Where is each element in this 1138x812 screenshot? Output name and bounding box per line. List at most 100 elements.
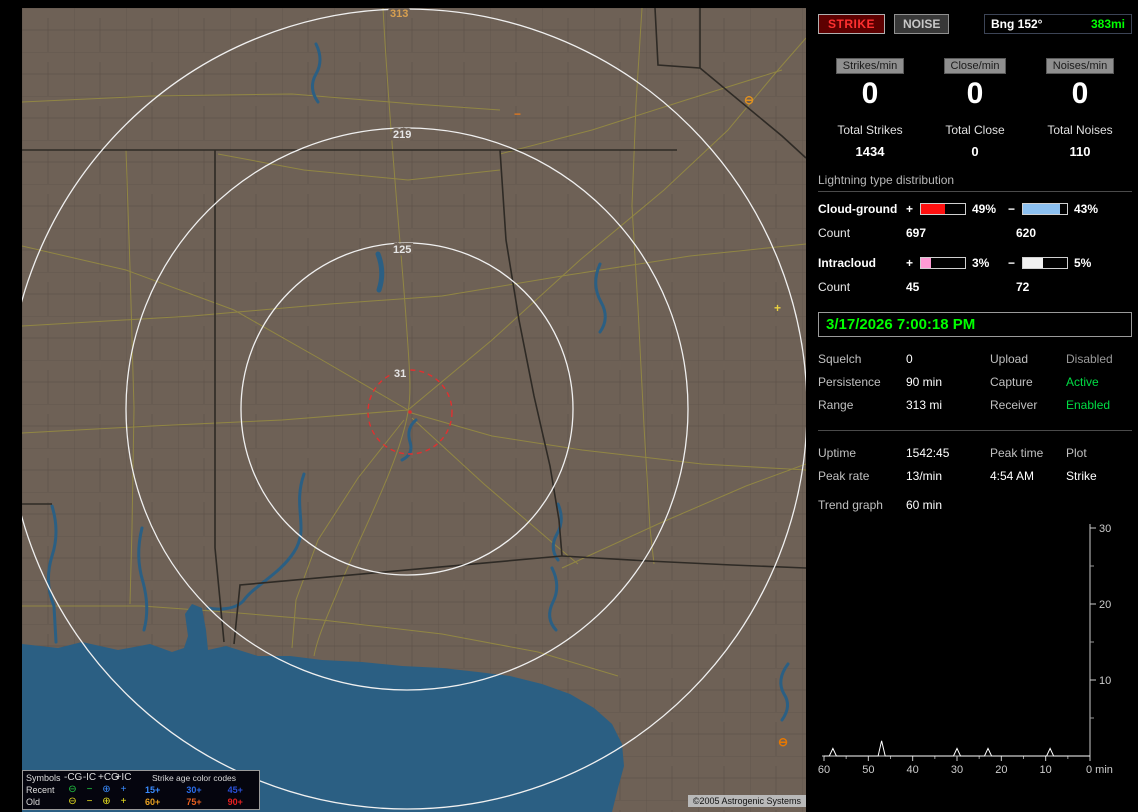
persistence-label: Persistence [818,375,881,389]
svg-text:60: 60 [818,764,830,776]
map-canvas: 313 219 125 31 ⊖ − + ⊖ [22,8,806,812]
squelch-value: 0 [906,352,913,366]
receiver-location-dot [408,410,412,414]
ic-positive-bar [920,257,966,269]
cloud-ground-label: Cloud-ground [818,202,898,216]
peak-time-label: Peak time [990,446,1044,460]
total-strikes-label: Total Strikes [837,123,903,137]
svg-text:10: 10 [1040,764,1052,776]
neg-ic-old-icon: − [86,796,93,807]
mode-toolbar: STRIKE NOISE Bng 152° 383mi [818,14,1132,34]
strikes-per-min-counter: Strikes/min 0 Total Strikes 1434 [820,58,920,159]
legend-col-neg-ic: -IC [82,772,97,783]
session-stats: Uptime 1542:45 Peak time Plot Peak rate … [818,446,1132,483]
strikes-per-min-value: 0 [861,77,879,110]
status-panel: STRIKE NOISE Bng 152° 383mi Strikes/min … [812,0,1138,812]
noise-button[interactable]: NOISE [894,14,950,34]
age-45: 45+ [227,785,243,795]
trend-graph-window: 60 min [906,498,943,512]
receiver-label: Receiver [990,398,1038,412]
svg-text:30: 30 [951,764,963,776]
legend-col-neg-cg: -CG [64,772,83,783]
capture-value: Active [1066,375,1099,389]
strike-marker: + [774,301,781,315]
age-75: 75+ [186,797,202,807]
plus-sign: + [906,256,914,270]
cg-positive-pct: 49% [972,202,997,216]
total-noises-label: Total Noises [1047,123,1113,137]
neg-cg-recent-icon: ⊖ [68,784,77,795]
cloud-ground-row: Cloud-ground + 49% − 43% [818,202,1132,216]
ic-negative-pct: 5% [1074,256,1092,270]
peak-time-value: 4:54 AM [990,469,1035,483]
capture-label: Capture [990,375,1033,389]
svg-text:10: 10 [1099,675,1111,687]
squelch-label: Squelch [818,352,862,366]
ring-label-219: 219 [393,129,411,141]
ic-negative-count: 72 [1016,280,1030,294]
age-30: 30+ [186,785,202,795]
receiver-value: Enabled [1066,398,1111,412]
range-value: 313 mi [906,398,943,412]
total-close-value: 0 [971,144,979,159]
legend-recent-row: Recent ⊖ − ⊕ + 15+ 30+ 45+ [26,784,256,796]
svg-text:0 min: 0 min [1086,764,1113,776]
strike-button[interactable]: STRIKE [818,14,886,34]
uptime-value: 1542:45 [906,446,950,460]
cg-positive-bar [920,203,966,215]
strikes-per-min-label: Strikes/min [835,58,905,74]
cloud-ground-count-row: Count 697 620 [818,226,1132,240]
svg-text:50: 50 [862,764,874,776]
plus-sign: + [906,202,914,216]
receiver-settings: Squelch 0 Upload Disabled Persistence 90… [818,352,1132,412]
minus-sign: − [1008,202,1016,216]
bearing-distance: 383mi [1090,17,1125,31]
noises-per-min-counter: Noises/min 0 Total Noises 110 [1030,58,1130,159]
legend-header-row: Symbols -CG -IC +CG +IC Strike age color… [26,772,256,784]
rate-counters: Strikes/min 0 Total Strikes 1434 Close/m… [820,58,1130,159]
copyright-label: ©2005 Astrogenic Systems [687,795,806,807]
cg-negative-bar [1022,203,1068,215]
trend-graph-label: Trend graph [818,498,883,512]
legend-symbols-header: Symbols [26,773,61,783]
legend-col-pos-ic: +IC [115,772,132,783]
map-legend: Symbols -CG -IC +CG +IC Strike age color… [22,770,260,810]
svg-text:30: 30 [1099,523,1111,535]
ring-label-313: 313 [390,8,408,20]
noises-per-min-value: 0 [1071,77,1089,110]
peak-rate-label: Peak rate [818,469,870,483]
ic-negative-bar [1022,257,1068,269]
range-label: Range [818,398,854,412]
distribution-title: Lightning type distribution [818,173,1132,192]
strike-marker: − [514,107,521,121]
ic-positive-count: 45 [906,280,920,294]
total-close-label: Total Close [945,123,1005,137]
svg-text:20: 20 [995,764,1007,776]
close-per-min-label: Close/min [943,58,1007,74]
pos-ic-old-icon: + [120,796,127,807]
pos-cg-old-icon: ⊕ [102,796,111,807]
bearing-value: Bng 152° [991,17,1043,31]
persistence-value: 90 min [906,375,943,389]
peak-rate-value: 13/min [906,469,943,483]
cg-positive-count: 697 [906,226,927,240]
noises-per-min-label: Noises/min [1045,58,1115,74]
close-per-min-value: 0 [966,77,984,110]
neg-ic-recent-icon: − [86,784,93,795]
upload-value: Disabled [1066,352,1113,366]
ring-label-31: 31 [394,368,406,380]
intracloud-count-row: Count 45 72 [818,280,1132,294]
cg-count-label: Count [818,226,851,240]
trend-graph-chart: 10 20 30 60 50 40 30 20 10 0 min [818,523,1113,776]
ring-label-125: 125 [393,244,411,256]
lightning-map[interactable]: 313 219 125 31 ⊖ − + ⊖ Symbols -CG -IC +… [22,8,806,812]
legend-recent-label: Recent [26,785,55,795]
age-15: 15+ [145,785,161,795]
cg-negative-count: 620 [1016,226,1037,240]
ic-positive-pct: 3% [972,256,990,270]
uptime-label: Uptime [818,446,857,460]
cg-negative-pct: 43% [1074,202,1099,216]
upload-label: Upload [990,352,1029,366]
svg-text:40: 40 [907,764,919,776]
plot-value: Strike [1066,469,1097,483]
